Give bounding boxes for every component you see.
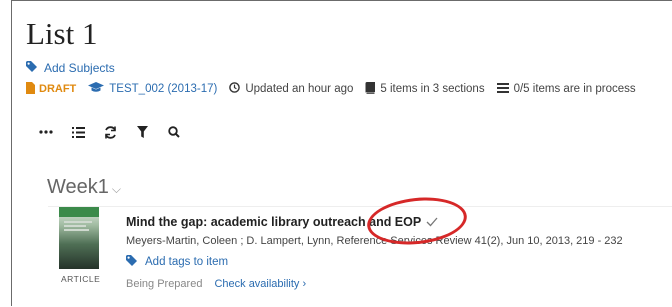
add-tags-label: Add tags to item bbox=[145, 256, 229, 268]
draft-file-icon bbox=[26, 81, 35, 97]
clock-icon bbox=[229, 82, 241, 96]
item-status-row: Being Prepared Check availability › bbox=[126, 278, 306, 290]
search-icon[interactable] bbox=[167, 125, 181, 139]
section-title: Week1 bbox=[47, 176, 109, 198]
add-subjects-label: Add Subjects bbox=[44, 61, 115, 75]
chevron-down-icon[interactable]: ⌵ bbox=[112, 182, 121, 197]
page-title: List 1 bbox=[26, 16, 98, 51]
item-type-label: ARTICLE bbox=[61, 274, 101, 284]
check-availability-link[interactable]: Check availability › bbox=[214, 278, 306, 290]
course-link[interactable]: TEST_002 (2013-17) bbox=[109, 83, 217, 95]
list-meta: DRAFT TEST_002 (2013-17) Updated an hour… bbox=[26, 81, 636, 97]
list-icon[interactable] bbox=[71, 125, 85, 139]
list-toolbar bbox=[39, 124, 181, 140]
in-process-text: 0/5 items are in process bbox=[513, 83, 636, 95]
tag-icon bbox=[126, 255, 139, 269]
tag-icon bbox=[26, 61, 39, 75]
list-item[interactable]: ARTICLE Mind the gap: academic library o… bbox=[48, 206, 672, 307]
process-icon bbox=[496, 82, 509, 96]
add-tags-link[interactable]: Add tags to item bbox=[126, 255, 228, 269]
filter-icon[interactable] bbox=[135, 125, 149, 139]
more-icon[interactable] bbox=[39, 125, 53, 139]
items-count-text: 5 items in 3 sections bbox=[380, 83, 485, 95]
section-header[interactable]: Week1 ⌵ bbox=[47, 176, 121, 199]
updated-text: Updated an hour ago bbox=[245, 83, 354, 95]
item-status: Being Prepared bbox=[126, 278, 203, 290]
graduation-cap-icon bbox=[88, 82, 105, 96]
refresh-icon[interactable] bbox=[103, 125, 117, 139]
draft-status: DRAFT bbox=[39, 83, 77, 95]
book-icon bbox=[365, 81, 376, 97]
item-cover-image[interactable] bbox=[59, 207, 99, 269]
add-subjects-link[interactable]: Add Subjects bbox=[26, 60, 115, 76]
